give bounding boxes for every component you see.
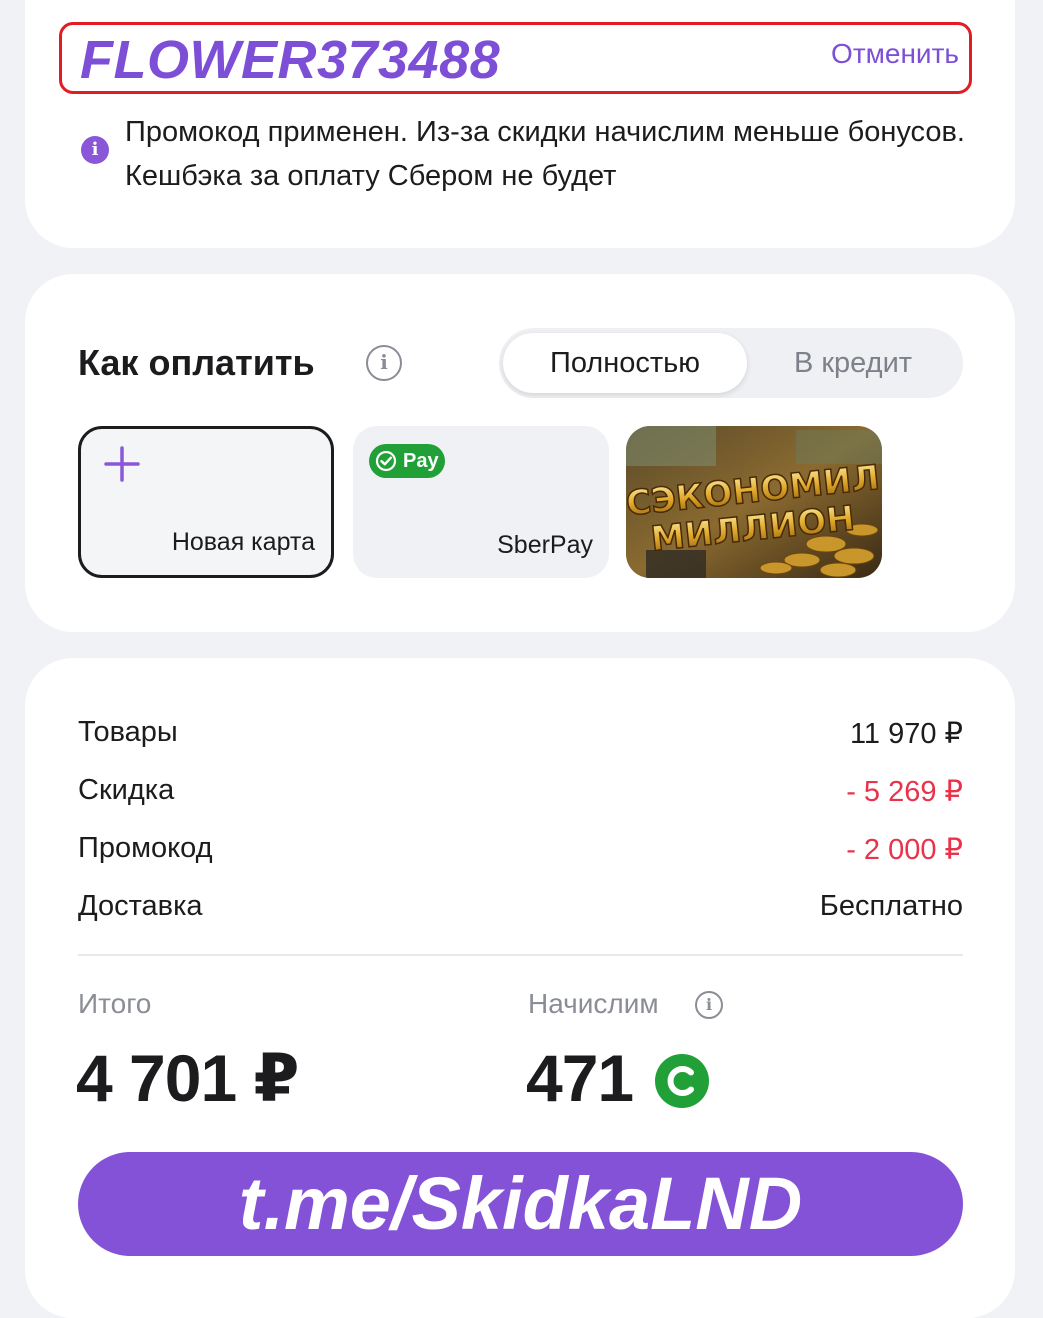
row-label: Скидка (78, 774, 175, 806)
promo-card: FLOWER373488 Отменить i Промокод примене… (25, 0, 1015, 248)
promo-banner-tile[interactable]: СЭКОНОМИЛ МИЛЛИОН (626, 426, 882, 578)
row-value: - 5 269 ₽ (846, 776, 963, 808)
sberpay-logo: Pay (369, 444, 445, 478)
payment-card: Как оплатить i Полностью В кредит Новая … (25, 274, 1015, 632)
payment-help-icon[interactable]: i (366, 345, 402, 381)
summary-divider (78, 954, 963, 956)
telegram-link-button[interactable]: t.me/SkidkaLND (78, 1152, 963, 1256)
row-value: Бесплатно (819, 890, 963, 922)
summary-row-promo: Промокод - 2 000 ₽ (78, 832, 963, 872)
sberpay-badge-text: Pay (403, 450, 439, 472)
summary-row-discount: Скидка - 5 269 ₽ (78, 774, 963, 814)
row-value: - 2 000 ₽ (846, 834, 963, 866)
row-label: Товары (78, 716, 178, 748)
new-card-tile[interactable]: Новая карта (78, 426, 334, 578)
summary-row-items: Товары 11 970 ₽ (78, 716, 963, 756)
tab-credit[interactable]: В кредит (747, 333, 959, 393)
row-label: Промокод (78, 832, 213, 864)
promo-notice-text: Промокод применен. Из-за скидки начислим… (125, 116, 965, 192)
total-amount: 4 701 ₽ (76, 1041, 299, 1115)
sberpay-tile[interactable]: Pay SberPay (353, 426, 609, 578)
info-icon: i (81, 136, 109, 164)
sber-bonus-icon (655, 1054, 709, 1108)
bonus-amount: 471 (526, 1041, 634, 1115)
sberpay-label: SberPay (497, 531, 593, 559)
new-card-label: Новая карта (171, 528, 315, 556)
tab-full-payment[interactable]: Полностью (503, 333, 747, 393)
order-summary-card: Товары 11 970 ₽ Скидка - 5 269 ₽ Промоко… (25, 658, 1015, 1318)
summary-row-delivery: Доставка Бесплатно (78, 890, 963, 930)
sber-check-icon (375, 450, 397, 472)
row-value: 11 970 ₽ (849, 718, 963, 750)
total-label: Итого (78, 988, 152, 1019)
payment-title: Как оплатить (78, 342, 315, 383)
payment-mode-toggle: Полностью В кредит (499, 328, 963, 398)
cancel-promo-button[interactable]: Отменить (831, 38, 959, 70)
promo-code-value: FLOWER373488 (80, 30, 501, 90)
bonus-label: Начислим (528, 988, 659, 1019)
promo-code-field[interactable]: FLOWER373488 Отменить (59, 22, 972, 94)
plus-icon (104, 446, 140, 482)
money-banner-image: СЭКОНОМИЛ МИЛЛИОН (626, 426, 882, 578)
bonus-help-icon[interactable]: i (695, 991, 723, 1019)
row-label: Доставка (78, 890, 203, 922)
